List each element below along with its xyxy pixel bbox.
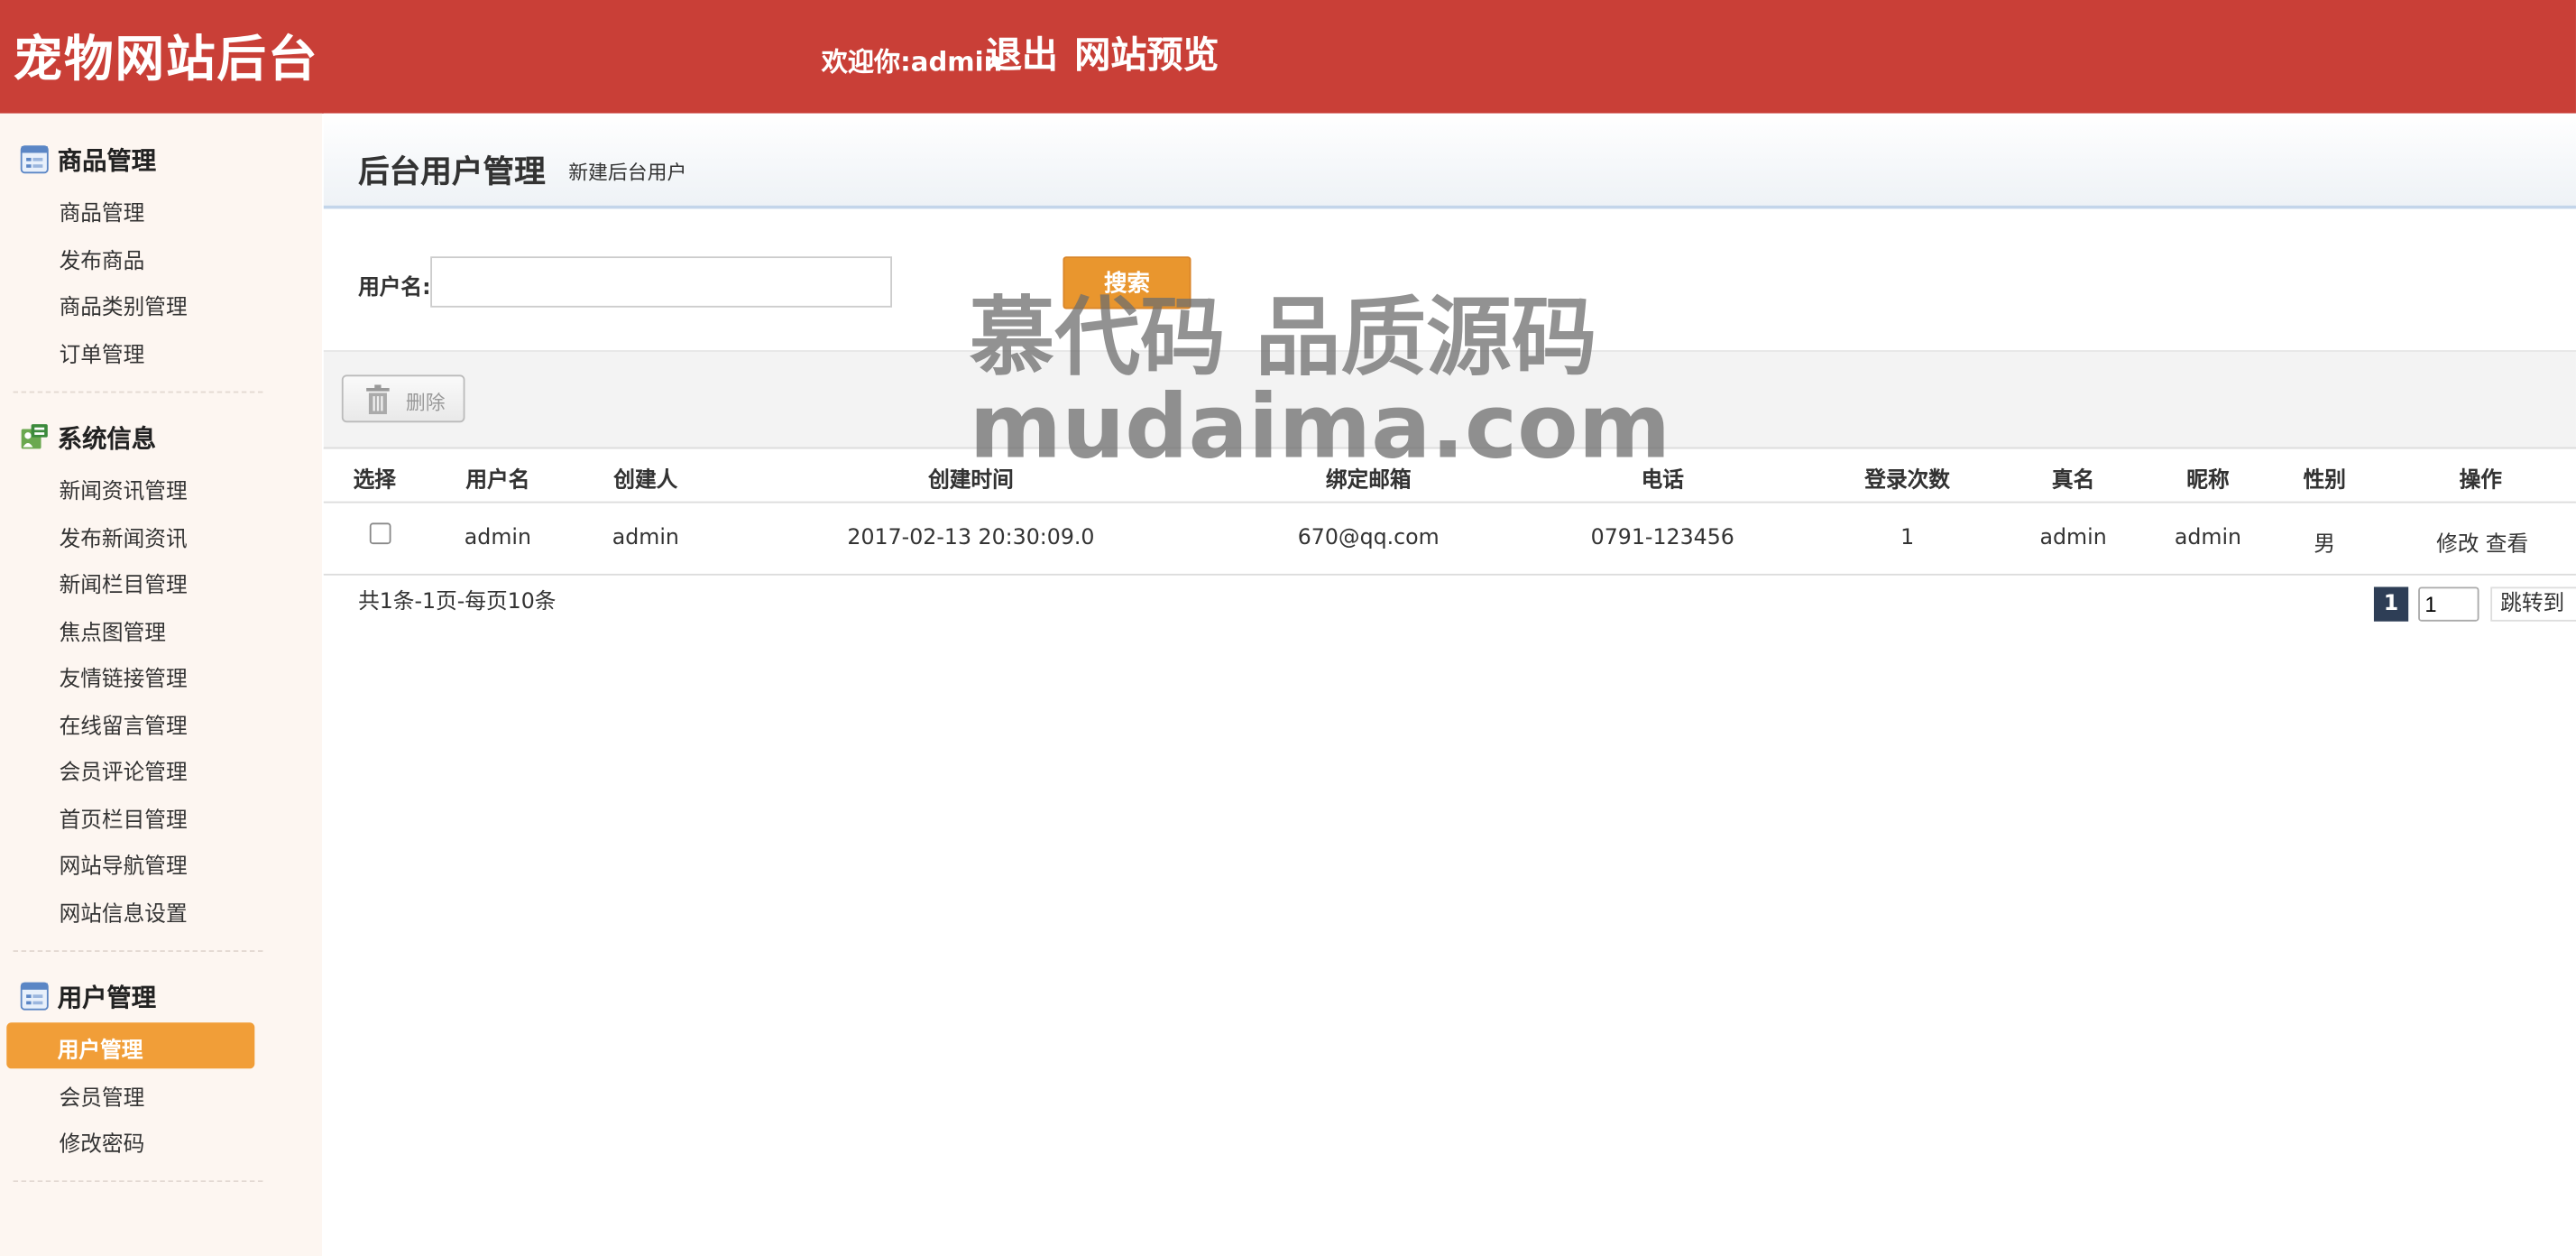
page-title: 后台用户管理 [358, 154, 546, 191]
pagination-info: 共1条-1页-每页10条 [358, 590, 557, 615]
sidebar-item-messages[interactable]: 在线留言管理 [60, 708, 188, 740]
page-jump-button[interactable]: 跳转到 [2490, 586, 2576, 622]
user-list-icon [20, 982, 50, 1011]
sidebar-item-site-nav[interactable]: 网站导航管理 [60, 848, 188, 879]
delete-button-label: 删除 [405, 391, 446, 415]
search-button[interactable]: 搜索 [1063, 256, 1191, 309]
welcome-text: 欢迎你:admin [821, 46, 1003, 78]
page-jump-input[interactable] [2418, 586, 2479, 622]
sidebar-item-friend-links[interactable]: 友情链接管理 [60, 660, 188, 692]
column-header-email: 绑定邮箱 [1325, 468, 1412, 494]
column-header-actions: 操作 [2459, 468, 2503, 494]
sidebar-divider [13, 1180, 263, 1183]
cell-phone: 0791-123456 [1590, 526, 1734, 551]
column-header-nickname: 昵称 [2186, 468, 2230, 494]
sidebar-item-focus-images[interactable]: 焦点图管理 [60, 614, 166, 646]
username-search-input[interactable] [430, 256, 893, 308]
sidebar-group-system: 系统信息 [20, 420, 156, 455]
sidebar-item-publish-product[interactable]: 发布商品 [60, 244, 145, 274]
column-header-creator: 创建人 [613, 468, 678, 494]
edit-link[interactable]: 修改 [2436, 526, 2479, 557]
cell-gender: 男 [2314, 532, 2336, 558]
sidebar-item-orders[interactable]: 订单管理 [60, 337, 145, 368]
sidebar-group-label: 用户管理 [57, 983, 157, 1013]
column-header-username: 用户名 [465, 468, 530, 494]
sidebar-item-member-comments[interactable]: 会员评论管理 [60, 754, 188, 786]
sidebar-item-site-settings[interactable]: 网站信息设置 [60, 896, 188, 927]
sidebar-item-label: 用户管理 [57, 1039, 143, 1064]
site-preview-link[interactable]: 网站预览 [1074, 26, 1219, 78]
sidebar-divider [13, 391, 263, 393]
column-header-select: 选择 [353, 468, 396, 494]
table-border [323, 447, 2576, 449]
sidebar-item-member-manage[interactable]: 会员管理 [60, 1080, 145, 1111]
cell-realname: admin [2039, 526, 2107, 551]
cell-created-time: 2017-02-13 20:30:09.0 [847, 526, 1095, 551]
sidebar-item-user-manage[interactable]: 用户管理 [6, 1022, 255, 1069]
table-border [323, 573, 2576, 576]
view-link[interactable]: 查看 [2486, 526, 2528, 557]
cell-email: 670@qq.com [1297, 526, 1440, 551]
table-border [323, 501, 2576, 503]
column-header-login-count: 登录次数 [1864, 468, 1951, 494]
sidebar-group-label: 商品管理 [57, 146, 157, 176]
current-page-button[interactable]: 1 [2373, 586, 2409, 622]
column-header-phone: 电话 [1641, 468, 1684, 494]
column-header-gender: 性别 [2303, 468, 2346, 494]
page-title-bar: 后台用户管理 新建后台用户 [323, 113, 2576, 209]
column-header-created-time: 创建时间 [928, 468, 1014, 494]
site-brand: 宠物网站后台 [13, 31, 319, 89]
sidebar-item-news-category[interactable]: 新闻栏目管理 [60, 568, 188, 598]
cell-nickname: admin [2174, 526, 2242, 551]
cell-username: admin [464, 526, 531, 551]
sidebar-group-products: 商品管理 [20, 143, 156, 178]
sidebar: 商品管理 商品管理 发布商品 商品类别管理 订单管理 系统信息 新闻资讯管理 发… [0, 113, 322, 1256]
cell-creator: admin [612, 526, 679, 551]
sidebar-group-label: 系统信息 [57, 424, 157, 454]
product-list-icon [20, 144, 50, 174]
sidebar-group-users: 用户管理 [20, 980, 156, 1014]
main-content: 后台用户管理 新建后台用户 用户名: 搜索 删除 选择 用户名 创建人 创建时间… [323, 113, 2576, 1256]
system-info-icon [20, 422, 50, 452]
sidebar-item-home-columns[interactable]: 首页栏目管理 [60, 802, 188, 833]
column-header-realname: 真名 [2051, 468, 2095, 494]
top-header: 宠物网站后台 欢迎你:admin 退出 网站预览 [0, 0, 2576, 114]
sidebar-item-news-manage[interactable]: 新闻资讯管理 [60, 474, 188, 504]
sidebar-item-publish-news[interactable]: 发布新闻资讯 [60, 522, 188, 552]
sidebar-item-product-category[interactable]: 商品类别管理 [60, 290, 188, 320]
row-select-checkbox[interactable] [369, 522, 391, 545]
delete-button[interactable]: 删除 [341, 374, 465, 423]
sidebar-item-change-password[interactable]: 修改密码 [60, 1126, 145, 1157]
action-toolbar: 删除 [323, 350, 2576, 449]
sidebar-divider [13, 950, 263, 952]
trash-icon [364, 384, 391, 415]
cell-login-count: 1 [1900, 526, 1915, 551]
sidebar-item-product-manage[interactable]: 商品管理 [60, 196, 145, 226]
new-admin-user-link[interactable]: 新建后台用户 [568, 158, 686, 186]
username-label: 用户名: [358, 276, 431, 301]
logout-link[interactable]: 退出 [986, 26, 1058, 78]
